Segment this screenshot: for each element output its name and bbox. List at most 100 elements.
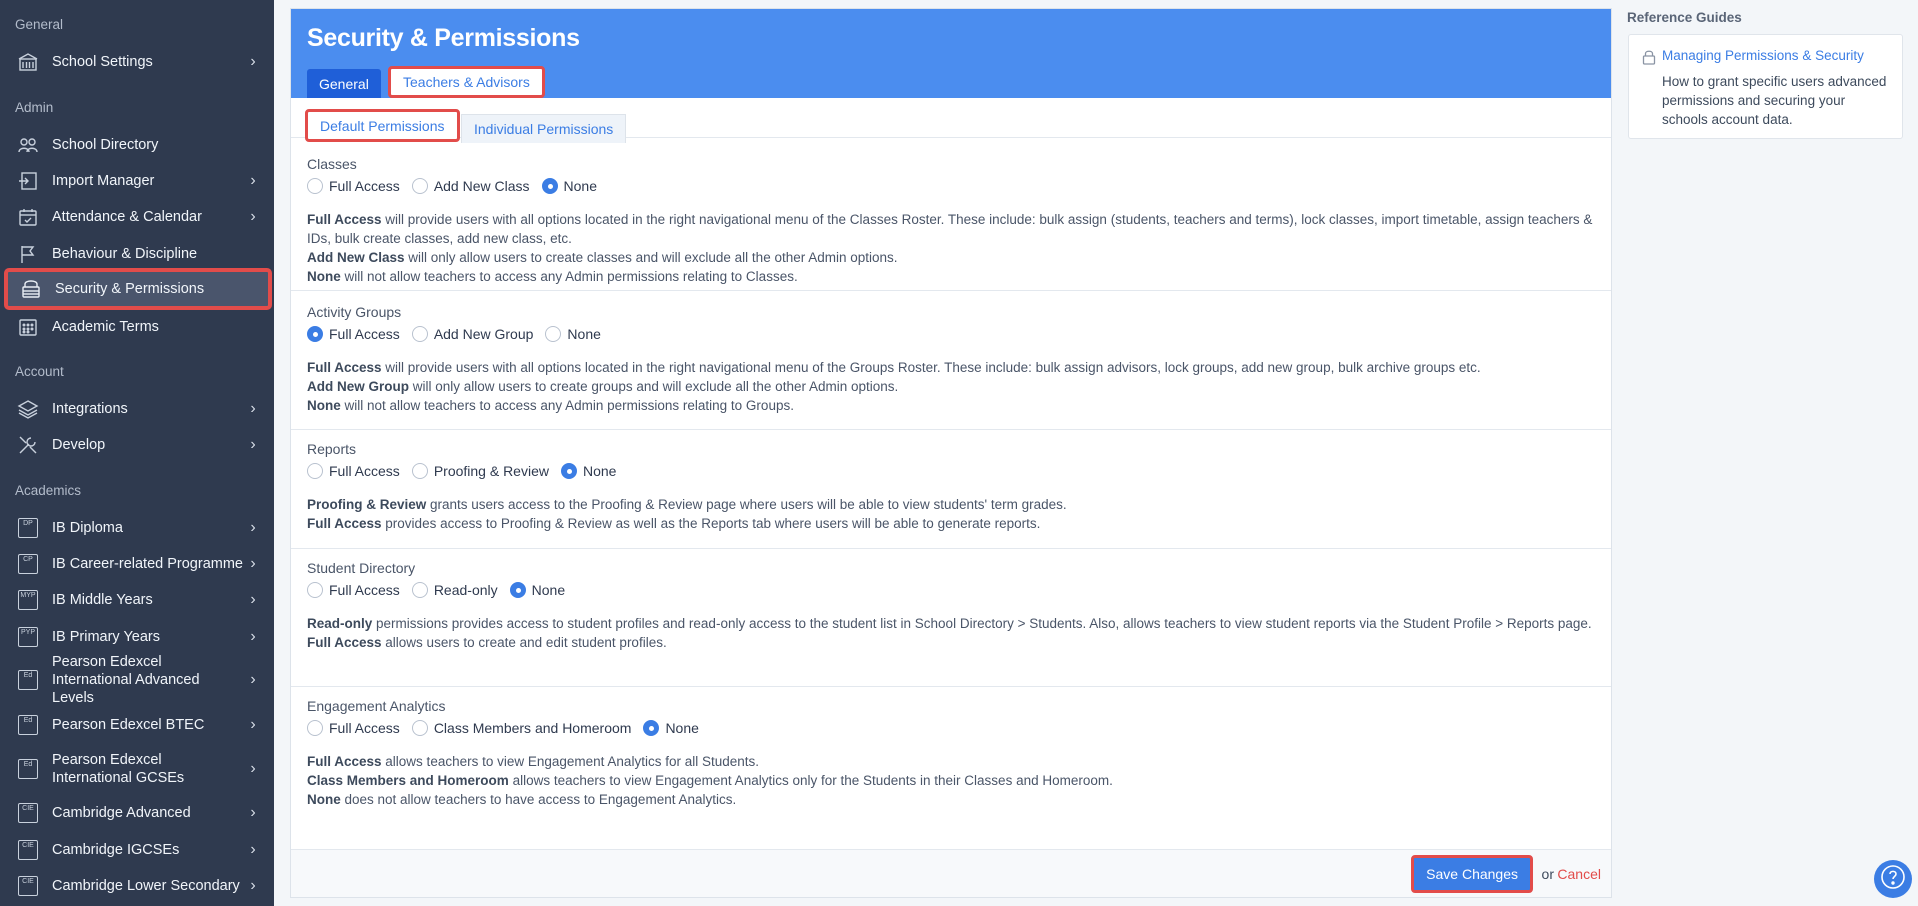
radio-full-access[interactable]: Full Access (307, 582, 400, 598)
radio-full-access[interactable]: Full Access (307, 326, 400, 342)
section-title-account: Account (15, 364, 64, 379)
radio-circle[interactable] (411, 326, 428, 342)
radio-none[interactable]: None (643, 720, 699, 736)
radio-none[interactable]: None (545, 326, 601, 342)
radio-circle[interactable] (307, 178, 323, 194)
radio-group: Full Access Proofing & Review None (307, 463, 628, 479)
radio-none[interactable]: None (560, 463, 617, 479)
radio-none[interactable]: None (541, 178, 597, 194)
help-button[interactable] (1874, 860, 1912, 898)
tab-teachers-advisors[interactable]: Teachers & Advisors (388, 66, 545, 98)
radio-full-access[interactable]: Full Access (307, 463, 400, 479)
sidebar-item-security-permissions[interactable]: Security & Permissions (5, 269, 271, 309)
sidebar-item-develop[interactable]: Develop › (5, 428, 271, 462)
radio-circle-selected[interactable] (509, 582, 526, 598)
cancel-link[interactable]: Cancel (1557, 866, 1601, 882)
radio-circle-selected[interactable] (541, 178, 558, 194)
people-icon (15, 133, 41, 157)
radio-circle[interactable] (411, 720, 428, 736)
calendar-check-icon (15, 205, 41, 229)
sidebar-item-label: Pearson Edexcel BTEC (52, 717, 205, 733)
sidebar-item-cambridge-advanced[interactable]: CIE Cambridge Advanced › (5, 796, 271, 830)
radio-add-new-class[interactable]: Add New Class (411, 178, 530, 194)
sidebar-item-academic-terms[interactable]: Academic Terms (5, 310, 271, 344)
sidebar-item-label: Attendance & Calendar (52, 209, 202, 225)
radio-label: Full Access (329, 463, 400, 479)
radio-label: Add New Class (433, 178, 530, 194)
sidebar-item-ib-career[interactable]: CP IB Career-related Programme › (5, 547, 271, 581)
sidebar-item-school-settings[interactable]: School Settings › (5, 45, 271, 79)
radio-circle-selected[interactable] (560, 463, 577, 479)
radio-proofing-review[interactable]: Proofing & Review (411, 463, 549, 479)
radio-circle[interactable] (307, 463, 323, 479)
radio-circle[interactable] (411, 463, 428, 479)
page-title: Security & Permissions (307, 24, 580, 52)
sidebar-item-label: Import Manager (52, 173, 155, 189)
radio-full-access[interactable]: Full Access (307, 720, 400, 736)
flag-icon (15, 242, 41, 266)
radio-group: Full Access Class Members and Homeroom N… (307, 720, 711, 736)
radio-read-only[interactable]: Read-only (411, 582, 498, 598)
sidebar-item-label: Cambridge Lower Secondary (52, 878, 240, 894)
desc-line: Add New Class will only allow users to c… (307, 250, 898, 265)
radio-circle[interactable] (545, 326, 562, 342)
sidebar-item-label: Integrations (52, 401, 128, 417)
sidebar-item-import-manager[interactable]: Import Manager › (5, 164, 271, 198)
sidebar-item-cambridge-igcses[interactable]: CIE Cambridge IGCSEs › (5, 833, 271, 867)
guide-description: How to grant specific users advanced per… (1662, 74, 1887, 127)
sidebar-item-cambridge-lower-secondary[interactable]: CIE Cambridge Lower Secondary › (5, 869, 271, 903)
save-changes-button[interactable]: Save Changes (1411, 855, 1533, 893)
chevron-right-icon: › (250, 519, 256, 536)
sidebar-item-pearson-btec[interactable]: Ed Pearson Edexcel BTEC › (5, 708, 271, 742)
sidebar-item-pearson-igcse[interactable]: Ed Pearson Edexcel International GCSEs › (5, 747, 271, 791)
sidebar-item-school-directory[interactable]: School Directory (5, 128, 271, 162)
radio-class-members-homeroom[interactable]: Class Members and Homeroom (411, 720, 631, 736)
radio-circle[interactable] (307, 720, 323, 736)
layers-icon (15, 397, 41, 421)
radio-label: Read-only (433, 582, 498, 598)
form-footer: Save Changes or Cancel (291, 849, 1611, 897)
desc-line: Full Access will provide users with all … (307, 212, 1593, 246)
sidebar-item-attendance-calendar[interactable]: Attendance & Calendar › (5, 200, 271, 234)
radio-label: Add New Group (433, 326, 534, 342)
desc-line: Full Access provides access to Proofing … (307, 516, 1041, 531)
desc-line: Proofing & Review grants users access to… (307, 497, 1067, 512)
section-title-admin: Admin (15, 100, 54, 115)
radio-circle[interactable] (307, 582, 323, 598)
sidebar-item-label: Cambridge Advanced (52, 805, 191, 821)
tab-general[interactable]: General (307, 69, 381, 98)
section-title-general: General (15, 17, 64, 32)
radio-circle-selected[interactable] (307, 326, 323, 342)
radio-group: Full Access Add New Group None (307, 326, 613, 342)
sidebar-item-pearson-ial[interactable]: Ed Pearson Edexcel International Advance… (5, 654, 271, 706)
desc-line: None does not allow teachers to have acc… (307, 792, 737, 807)
subtab-bar: Default Permissions Individual Permissio… (291, 98, 1611, 143)
radio-label: Full Access (329, 178, 400, 194)
security-icon (18, 277, 44, 301)
radio-add-new-group[interactable]: Add New Group (411, 326, 534, 342)
cp-badge-icon: CP (18, 554, 38, 574)
radio-circle[interactable] (411, 178, 428, 194)
chevron-right-icon: › (250, 400, 256, 417)
sidebar-item-behaviour-discipline[interactable]: Behaviour & Discipline (5, 237, 271, 271)
chevron-right-icon: › (250, 877, 256, 894)
radio-circle[interactable] (411, 582, 428, 598)
radio-circle-selected[interactable] (643, 720, 660, 736)
sidebar-item-label: IB Primary Years (52, 629, 160, 645)
managing-permissions-link[interactable]: Managing Permissions & Security (1662, 48, 1864, 63)
radio-group: Full Access Read-only None (307, 582, 577, 598)
permission-group-student-directory: Student Directory Full Access Read-only … (291, 549, 1611, 687)
sidebar-item-ib-primary-years[interactable]: PYP IB Primary Years › (5, 620, 271, 654)
radio-label: None (582, 463, 617, 479)
sidebar-item-integrations[interactable]: Integrations › (5, 392, 271, 426)
myp-badge-icon: MYP (18, 590, 38, 610)
radio-none[interactable]: None (509, 582, 565, 598)
ed-badge-icon: Ed (18, 670, 38, 690)
radio-full-access[interactable]: Full Access (307, 178, 400, 194)
permission-group-engagement-analytics: Engagement Analytics Full Access Class M… (291, 687, 1611, 827)
sidebar-item-ib-middle-years[interactable]: MYP IB Middle Years › (5, 583, 271, 617)
sidebar-item-ib-diploma[interactable]: DP IB Diploma › (5, 511, 271, 545)
sidebar-item-label: Academic Terms (52, 319, 159, 335)
group-title: Classes (307, 156, 357, 172)
sidebar-item-label: Pearson Edexcel International Advanced L… (52, 654, 200, 706)
